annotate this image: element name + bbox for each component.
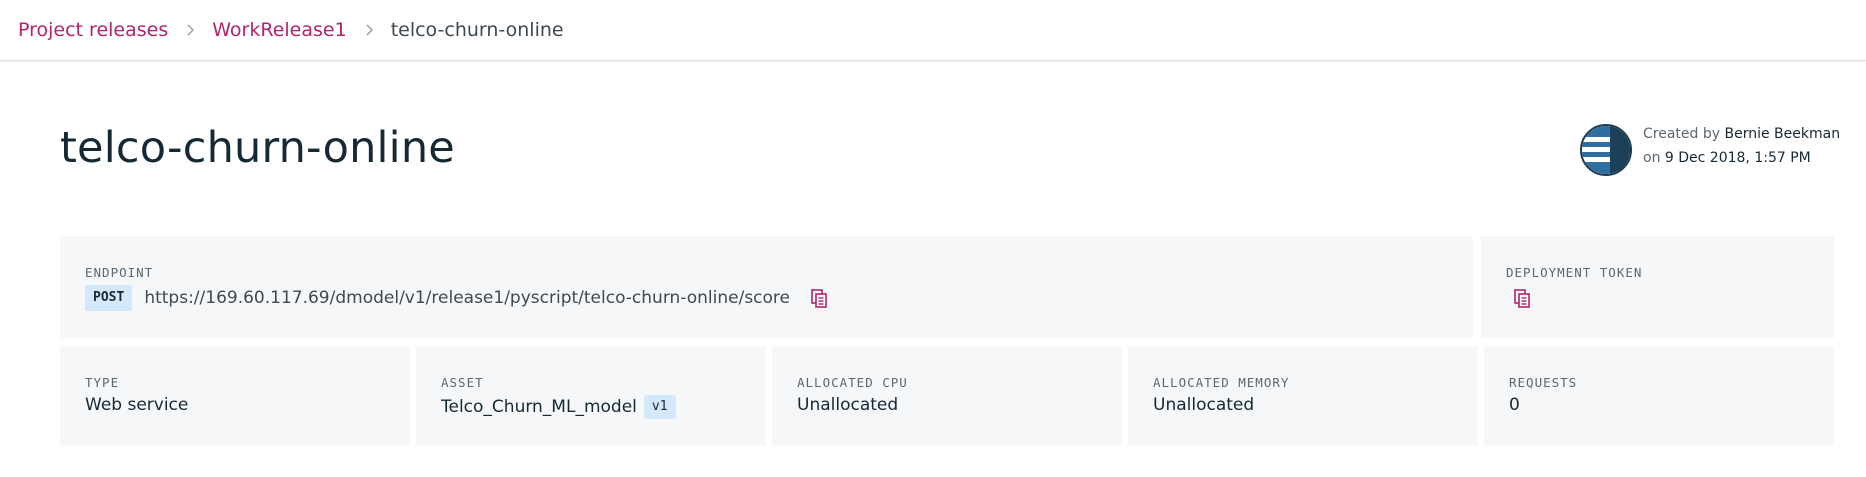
- copy-icon[interactable]: [809, 288, 829, 308]
- asset-name[interactable]: Telco_Churn_ML_model: [441, 397, 637, 417]
- page-title: telco-churn-online: [60, 123, 455, 173]
- created-on-prefix: on: [1643, 150, 1661, 166]
- allocated-cpu-label: ALLOCATED CPU: [797, 375, 908, 390]
- requests-card: REQUESTS 0: [1484, 346, 1834, 446]
- deployment-token-label: DEPLOYMENT TOKEN: [1506, 265, 1643, 280]
- type-value: Web service: [85, 395, 189, 415]
- created-date: 9 Dec 2018, 1:57 PM: [1664, 150, 1811, 166]
- endpoint-card: ENDPOINT POST https://169.60.117.69/dmod…: [60, 236, 1473, 338]
- chevron-right-icon: [347, 24, 391, 36]
- allocated-cpu-value: Unallocated: [797, 395, 899, 415]
- breadcrumb-project-releases[interactable]: Project releases: [18, 19, 168, 41]
- endpoint-value: POST https://169.60.117.69/dmodel/v1/rel…: [85, 285, 829, 311]
- version-badge: v1: [643, 395, 676, 419]
- avatar: [1580, 124, 1632, 176]
- allocated-memory-label: ALLOCATED MEMORY: [1153, 375, 1290, 390]
- creator-info: Created by Bernie Beekman on 9 Dec 2018,…: [1580, 122, 1850, 178]
- created-by-prefix: Created by: [1643, 126, 1721, 142]
- breadcrumb-workrelease[interactable]: WorkRelease1: [212, 19, 346, 41]
- chevron-right-icon: [168, 24, 212, 36]
- allocated-memory-value: Unallocated: [1153, 395, 1255, 415]
- requests-label: REQUESTS: [1509, 375, 1578, 390]
- asset-value: Telco_Churn_ML_model v1: [441, 395, 676, 419]
- copy-icon[interactable]: [1512, 288, 1532, 308]
- requests-value: 0: [1509, 395, 1520, 415]
- allocated-cpu-card: ALLOCATED CPU Unallocated: [772, 346, 1122, 446]
- allocated-memory-card: ALLOCATED MEMORY Unallocated: [1128, 346, 1478, 446]
- deployment-token-card: DEPLOYMENT TOKEN: [1481, 236, 1834, 338]
- type-label: TYPE: [85, 375, 120, 390]
- endpoint-url: https://169.60.117.69/dmodel/v1/release1…: [144, 288, 791, 308]
- asset-label: ASSET: [441, 375, 484, 390]
- type-card: TYPE Web service: [60, 346, 410, 446]
- asset-card: ASSET Telco_Churn_ML_model v1: [416, 346, 766, 446]
- method-badge: POST: [85, 285, 133, 311]
- creator-text: Created by Bernie Beekman on 9 Dec 2018,…: [1643, 122, 1840, 170]
- endpoint-label: ENDPOINT: [85, 265, 154, 280]
- creator-name: Bernie Beekman: [1724, 126, 1841, 142]
- breadcrumb-bar: Project releases WorkRelease1 telco-chur…: [0, 0, 1866, 61]
- breadcrumb-current: telco-churn-online: [390, 19, 564, 41]
